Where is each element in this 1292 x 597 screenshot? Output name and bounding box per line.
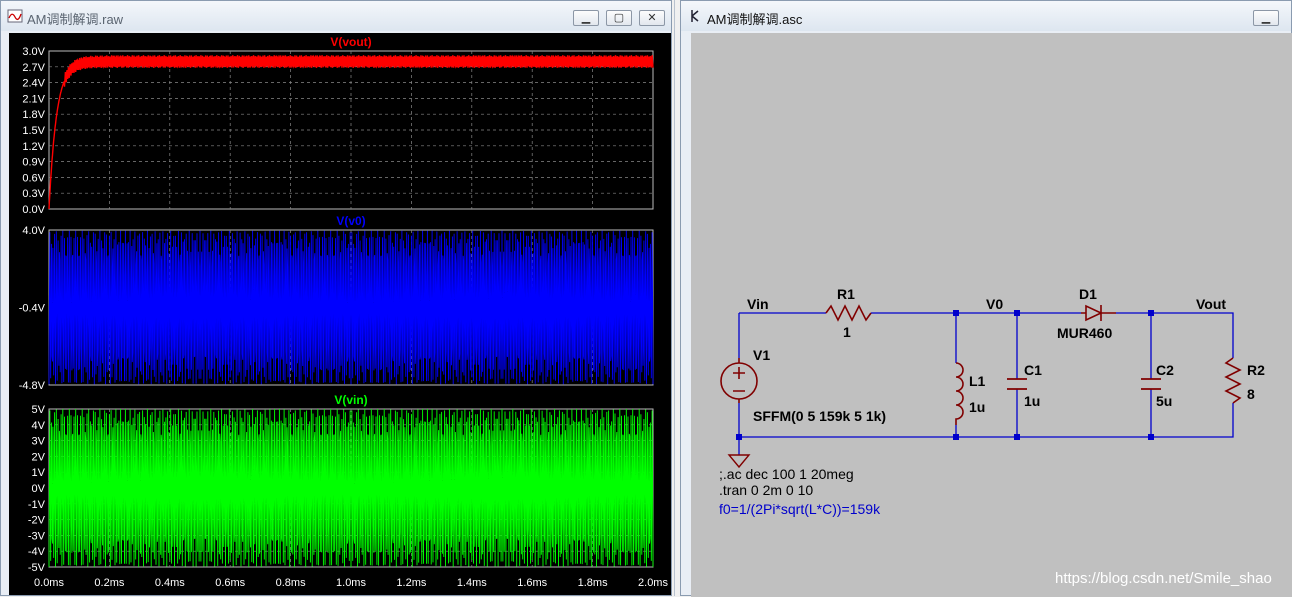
y-tick-label: 1V (32, 467, 46, 479)
c2-name: C2 (1156, 362, 1174, 378)
x-tick-label: 0.4ms (155, 577, 185, 589)
x-tick-label: 1.2ms (396, 577, 426, 589)
wires (738, 312, 1234, 455)
x-tick-label: 1.4ms (457, 577, 487, 589)
r1-value: 1 (843, 324, 851, 340)
capacitor-c1[interactable] (1007, 378, 1027, 390)
y-tick-label: 0.9V (22, 157, 45, 169)
minimize-button[interactable]: ▁ (573, 10, 599, 26)
maximize-icon: ▢ (613, 11, 625, 24)
y-tick-label: 2.4V (22, 78, 45, 90)
net-label-vout: Vout (1196, 296, 1226, 312)
schematic-minimize-icon: ▁ (1261, 11, 1271, 24)
y-tick-label: -2V (28, 515, 46, 527)
x-tick-label: 0.8ms (276, 577, 306, 589)
y-tick-label: 1.2V (22, 141, 45, 153)
voltage-source-v1[interactable] (720, 358, 758, 403)
y-tick-label: 2.1V (22, 93, 45, 105)
trace-title: V(v0) (336, 214, 365, 228)
y-tick-label: 0.6V (22, 172, 45, 184)
x-tick-label: 1.8ms (578, 577, 608, 589)
y-tick-label: 2V (32, 451, 46, 463)
y-tick-label: -4.8V (19, 380, 46, 392)
y-tick-label: 5V (32, 404, 46, 416)
x-tick-label: 0.0ms (34, 577, 64, 589)
c1-value: 1u (1024, 393, 1040, 409)
v1-value: SFFM(0 5 159k 5 1k) (753, 408, 886, 424)
schematic-canvas[interactable]: R1 1 D1 MUR460 V1 SFFM(0 5 159k 5 1k) L1… (691, 33, 1292, 597)
maximize-button[interactable]: ▢ (606, 10, 632, 26)
y-tick-label: 3V (32, 436, 46, 448)
y-tick-label: 0.3V (22, 188, 45, 200)
watermark-text: https://blog.csdn.net/Smile_shao (1055, 570, 1272, 587)
c1-name: C1 (1024, 362, 1042, 378)
x-tick-label: 2.0ms (638, 577, 668, 589)
c2-value: 5u (1156, 393, 1172, 409)
waveform-window: AM调制解调.raw ▁ ▢ ✕ V(vout) 3.0V 2.7V 2.4V 2.1V… (0, 0, 672, 596)
y-tick-label: 1.8V (22, 109, 45, 121)
y-tick-label: -5V (28, 562, 46, 574)
x-tick-label: 1.0ms (336, 577, 366, 589)
y-tick-label: 3.0V (22, 46, 45, 58)
waveform-window-title: AM调制解调.raw (27, 12, 124, 27)
resistor-r1[interactable] (825, 304, 872, 322)
schematic-window: AM调制解调.asc ▁ R1 1 D1 MUR460 V1 SFFM(0 5 … (680, 0, 1292, 597)
y-tick-label: -1V (28, 499, 46, 511)
directive-ac[interactable]: ;.ac dec 100 1 20meg (719, 466, 854, 482)
r2-name: R2 (1247, 362, 1265, 378)
y-tick-label: -3V (28, 530, 46, 542)
schematic-app-icon (691, 10, 699, 22)
schematic-minimize-button[interactable]: ▁ (1253, 10, 1279, 26)
y-tick-label: -0.4V (19, 303, 46, 315)
y-tick-label: 4V (32, 420, 46, 432)
waveform-plot-area[interactable]: V(vout) 3.0V 2.7V 2.4V 2.1V 1.8V 1.5V 1.2V 0.9V 0… (9, 33, 671, 595)
y-tick-label: 0.0V (22, 204, 45, 216)
d1-value: MUR460 (1057, 325, 1112, 341)
net-label-vin: Vin (747, 296, 769, 312)
waveform-titlebar[interactable]: AM调制解调.raw ▁ ▢ ✕ (1, 1, 671, 31)
trace-title: V(vin) (334, 393, 367, 407)
l1-value: 1u (969, 399, 985, 415)
schematic-window-title: AM调制解调.asc (707, 12, 803, 27)
x-tick-label: 0.2ms (94, 577, 124, 589)
trace-vv0 (48, 230, 654, 385)
x-tick-label: 1.6ms (517, 577, 547, 589)
r2-value: 8 (1247, 386, 1255, 402)
d1-name: D1 (1079, 286, 1097, 302)
inductor-l1[interactable] (955, 362, 964, 425)
x-tick-label: 0.6ms (215, 577, 245, 589)
resistor-r2[interactable] (1224, 357, 1242, 404)
trace-vvin (48, 408, 654, 568)
y-tick-label: -4V (28, 546, 46, 558)
y-tick-label: 4.0V (22, 225, 45, 237)
r1-name: R1 (837, 286, 855, 302)
directive-tran[interactable]: .tran 0 2m 0 10 (719, 482, 813, 498)
capacitor-c2[interactable] (1141, 378, 1161, 390)
l1-name: L1 (969, 373, 986, 389)
net-label-v0: V0 (986, 296, 1003, 312)
minimize-icon: ▁ (581, 11, 591, 24)
diode-d1[interactable] (1081, 304, 1116, 322)
schematic-titlebar[interactable]: AM调制解调.asc ▁ (681, 1, 1291, 31)
v1-name: V1 (753, 347, 770, 363)
trace-title: V(vout) (330, 35, 371, 49)
close-icon: ✕ (647, 11, 657, 24)
y-tick-label: 2.7V (22, 62, 45, 74)
comment-f0: f0=1/(2Pi*sqrt(L*C))=159k (719, 501, 881, 517)
y-tick-label: 1.5V (22, 125, 45, 137)
close-button[interactable]: ✕ (639, 10, 665, 26)
y-tick-label: 0V (32, 483, 46, 495)
waveform-app-icon (7, 9, 23, 23)
